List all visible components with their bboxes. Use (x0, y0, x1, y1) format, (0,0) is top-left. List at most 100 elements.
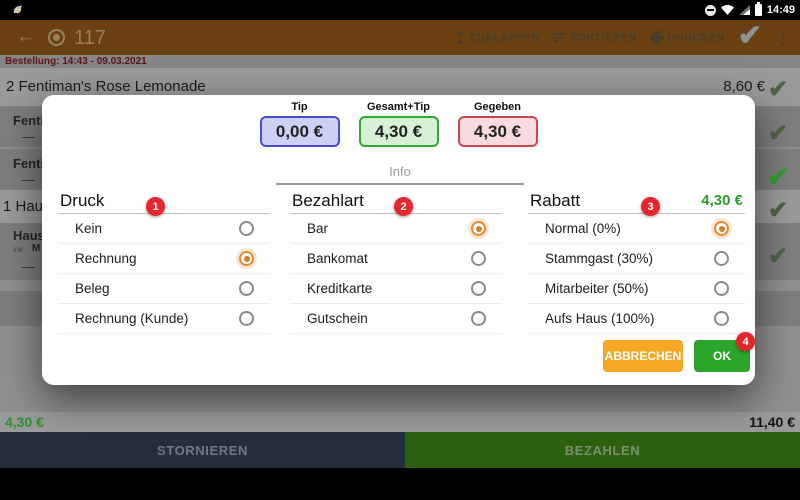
do-not-disturb-icon (704, 4, 716, 16)
option-label: Stammgast (30%) (545, 251, 654, 266)
sort-icon (552, 32, 566, 43)
info-input[interactable] (276, 159, 524, 185)
radio-option-normal[interactable]: Normal (0%) (528, 214, 745, 244)
subitem-dash: — (22, 129, 35, 144)
option-label: Bankomat (307, 251, 368, 266)
item-check-icon-highlighted[interactable]: ✔ (763, 162, 793, 193)
total-value: 11,40 € (749, 414, 795, 430)
step-badge-4: 4 (736, 332, 755, 351)
overflow-menu-icon[interactable]: ⋮ (775, 29, 790, 47)
subitem-meta: ink. (13, 245, 26, 254)
total-plus-tip-input[interactable]: 4,30 € (358, 116, 439, 147)
radio-unselected-icon[interactable] (239, 221, 254, 236)
radio-option-stammgast[interactable]: Stammgast (30%) (528, 244, 745, 274)
tip-input[interactable]: 0,00 € (259, 116, 340, 147)
radio-selected-icon[interactable] (239, 251, 254, 266)
option-label: Gutschein (307, 311, 368, 326)
amount-boxes: Tip 0,00 € Gesamt+Tip 4,30 € Gegeben 4,3… (42, 101, 755, 147)
option-label: Rechnung (75, 251, 137, 266)
option-label: Beleg (75, 281, 110, 296)
radio-selected-icon[interactable] (471, 221, 486, 236)
radio-unselected-icon[interactable] (471, 281, 486, 296)
item-name: 2 Fentiman's Rose Lemonade (6, 78, 206, 95)
subitem-name: Haus (13, 228, 45, 243)
item-check-icon[interactable]: ✔ (763, 119, 793, 148)
bezahlen-button[interactable]: BEZAHLEN (405, 432, 800, 468)
radio-option-gutschein[interactable]: Gutschein (290, 304, 502, 334)
tip-field-group: Tip 0,00 € (259, 101, 340, 147)
given-label: Gegeben (473, 101, 522, 113)
order-header-bar: Bestellung: 14:43 - 09.03.2021 (0, 55, 800, 68)
item-check-icon[interactable]: ✔ (763, 75, 793, 104)
item-price: 8,60 € (723, 78, 765, 95)
step-badge-1: 1 (146, 197, 165, 216)
subitem-dash: — (22, 172, 35, 187)
radio-unselected-icon[interactable] (714, 251, 729, 266)
radio-option-rechnung[interactable]: Rechnung (58, 244, 270, 274)
discount-amount: 4,30 € (701, 192, 743, 209)
confirm-check-icon[interactable]: ✔ (738, 19, 762, 54)
subitem-meta: M (32, 243, 41, 254)
radio-option-mitarbeiter[interactable]: Mitarbeiter (50%) (528, 274, 745, 304)
subtotal-value: 4,30 € (5, 414, 44, 430)
radio-option-rechnung-kunde[interactable]: Rechnung (Kunde) (58, 304, 270, 334)
option-label: Kreditkarte (307, 281, 373, 296)
radio-unselected-icon[interactable] (471, 311, 486, 326)
totals-bar: 4,30 € 11,40 € (0, 412, 800, 432)
section-title: Rabatt (530, 190, 581, 210)
item-check-icon[interactable]: ✔ (763, 196, 793, 225)
print-action-button[interactable]: DRUCKEN (649, 31, 725, 44)
option-label: Bar (307, 221, 329, 236)
android-nav-bar (0, 468, 800, 500)
radio-unselected-icon[interactable] (714, 311, 729, 326)
radio-unselected-icon[interactable] (714, 281, 729, 296)
cancel-button[interactable]: ABBRECHEN (603, 340, 683, 372)
radio-unselected-icon[interactable] (471, 251, 486, 266)
radio-unselected-icon[interactable] (239, 281, 254, 296)
discount-section: Rabatt 4,30 € Normal (0%) Stammgast (30%… (528, 188, 745, 334)
status-bar: 14:49 (0, 0, 800, 20)
given-field-group: Gegeben 4,30 € (457, 101, 538, 147)
wifi-icon (720, 5, 734, 15)
step-badge-2: 2 (394, 197, 413, 216)
order-header-label: Bestellung: 14:43 - 09.03.2021 (5, 56, 147, 67)
sort-action-label: SORTIEREN (569, 31, 637, 44)
radio-option-bar[interactable]: Bar (290, 214, 502, 244)
toolbar: ← 117 ZUKLAPPEN SORTIEREN DRUCKEN ✔ ⋮ (0, 20, 800, 55)
option-label: Kein (75, 221, 103, 236)
option-label: Aufs Haus (100%) (545, 311, 655, 326)
given-input[interactable]: 4,30 € (457, 116, 538, 147)
radio-option-bankomat[interactable]: Bankomat (290, 244, 502, 274)
total-plus-tip-field-group: Gesamt+Tip 4,30 € (358, 101, 439, 147)
status-time: 14:49 (766, 4, 795, 16)
subitem-name: Fenti (13, 113, 45, 128)
sort-action-button[interactable]: SORTIEREN (552, 31, 637, 44)
total-plus-tip-label: Gesamt+Tip (366, 101, 431, 113)
collapse-action-label: ZUKLAPPEN (469, 31, 540, 44)
subitem-dash: — (22, 259, 35, 274)
stornieren-button[interactable]: STORNIEREN (0, 432, 405, 468)
printer-icon (649, 31, 664, 44)
step-badge-3: 3 (641, 197, 660, 216)
battery-icon (754, 2, 762, 16)
subitem-name: Fenti (13, 156, 45, 171)
radio-selected-icon[interactable] (714, 221, 729, 236)
option-label: Normal (0%) (545, 221, 621, 236)
print-action-label: DRUCKEN (667, 31, 725, 44)
table-icon (48, 29, 65, 46)
back-arrow-icon[interactable]: ← (16, 26, 35, 48)
radio-option-kreditkarte[interactable]: Kreditkarte (290, 274, 502, 304)
collapse-action-button[interactable]: ZUKLAPPEN (454, 30, 540, 45)
radio-option-beleg[interactable]: Beleg (58, 274, 270, 304)
radio-unselected-icon[interactable] (239, 311, 254, 326)
signal-icon (738, 5, 750, 15)
payment-dialog: Tip 0,00 € Gesamt+Tip 4,30 € Gegeben 4,3… (42, 95, 755, 385)
item-check-icon[interactable]: ✔ (763, 242, 793, 271)
pos-app-screen: 14:49 ← 117 ZUKLAPPEN SORTIEREN DRUCKEN … (0, 0, 800, 500)
notification-icon (12, 4, 24, 16)
section-title: Druck (60, 190, 105, 210)
option-label: Rechnung (Kunde) (75, 311, 189, 326)
radio-option-aufs-haus[interactable]: Aufs Haus (100%) (528, 304, 745, 334)
radio-option-kein[interactable]: Kein (58, 214, 270, 244)
section-title: Bezahlart (292, 190, 364, 210)
